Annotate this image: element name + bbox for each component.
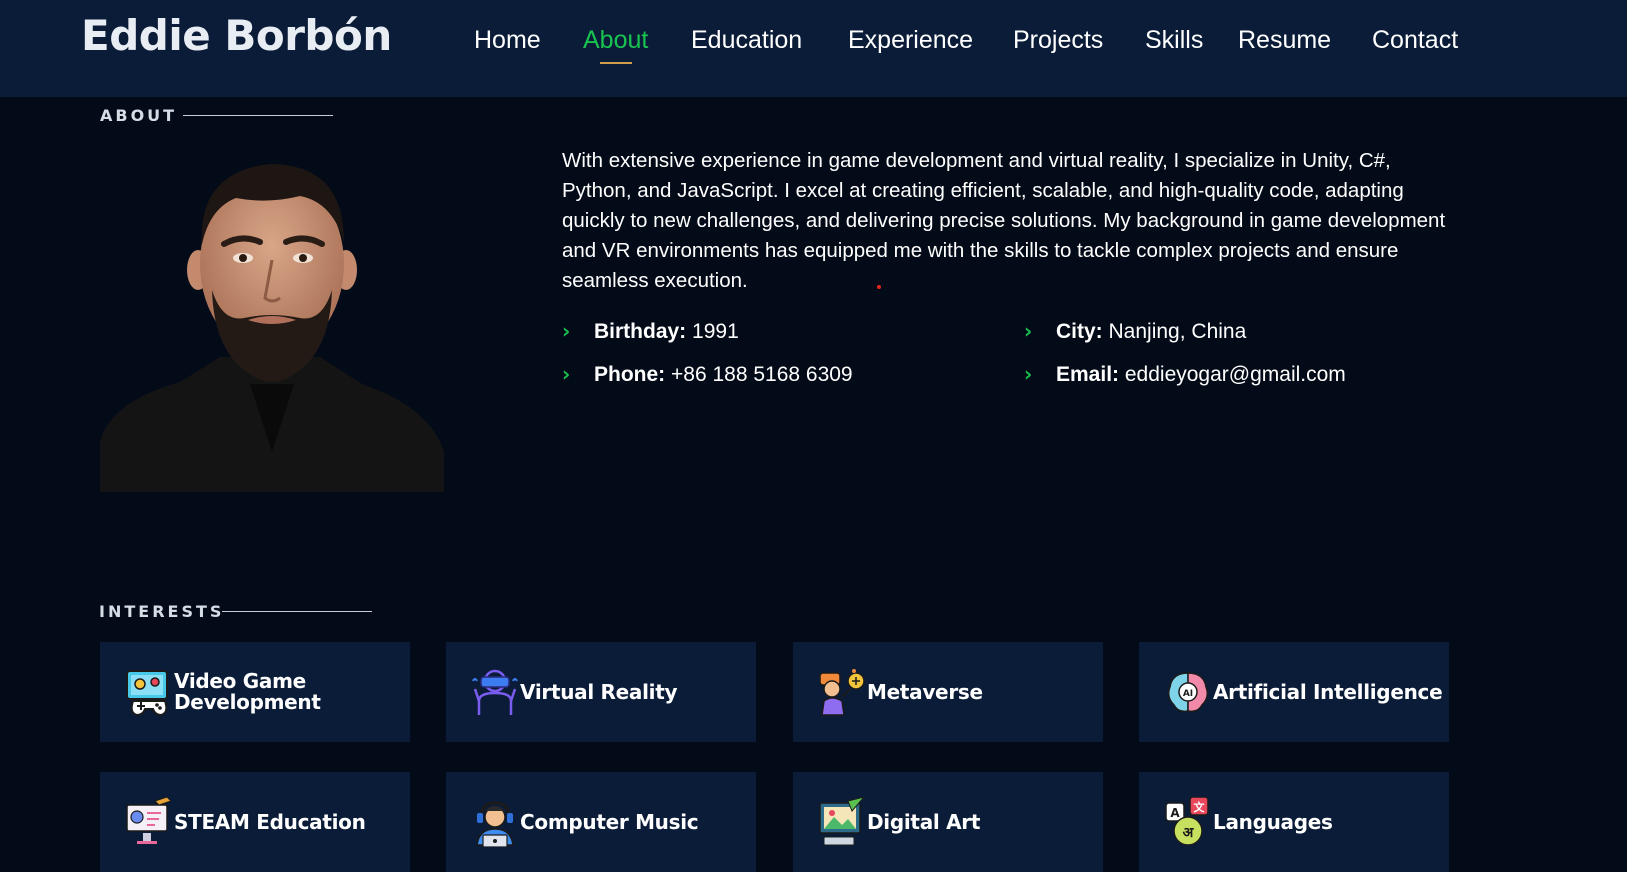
chevron-right-icon: › [562, 319, 571, 343]
phone-label: Phone: [594, 363, 666, 386]
city-value: Nanjing, China [1108, 320, 1247, 343]
about-section-title: ABOUT [100, 106, 178, 125]
chevron-right-icon: › [1024, 319, 1033, 343]
interest-card-metaverse[interactable]: Metaverse [793, 642, 1103, 742]
interest-card-artificial-intelligence[interactable]: AI Artificial Intelligence [1139, 642, 1449, 742]
interest-label: Video Game Development [174, 669, 321, 714]
info-city: › City: Nanjing, China [1024, 317, 1246, 346]
site-logo[interactable]: Eddie Borbón [81, 8, 392, 64]
nav-resume[interactable]: Resume [1238, 24, 1331, 56]
chevron-right-icon: › [1024, 362, 1033, 386]
interest-card-video-game-development[interactable]: Video Game Development [100, 642, 410, 742]
metaverse-avatar-icon [818, 667, 866, 717]
svg-text:A: A [1170, 806, 1180, 820]
about-title-divider [183, 115, 333, 116]
profile-photo [100, 152, 444, 492]
interest-label: Artificial Intelligence [1213, 679, 1443, 704]
interest-label: Languages [1213, 809, 1333, 834]
interests-title-divider [222, 611, 372, 612]
vr-headset-icon [471, 667, 519, 717]
interest-card-steam-education[interactable]: STEAM Education [100, 772, 410, 872]
info-phone: › Phone: +86 188 5168 6309 [562, 360, 853, 389]
interest-label: STEAM Education [174, 809, 366, 834]
birthday-label: Birthday: [594, 320, 687, 343]
nav-experience[interactable]: Experience [848, 24, 973, 56]
nav-skills[interactable]: Skills [1145, 24, 1203, 56]
info-email: › Email: eddieyogar@gmail.com [1024, 360, 1346, 389]
interest-card-digital-art[interactable]: Digital Art [793, 772, 1103, 872]
interest-card-languages[interactable]: A 文 अ Languages [1139, 772, 1449, 872]
nav-about[interactable]: About [583, 24, 648, 64]
nav-home[interactable]: Home [474, 24, 541, 56]
nav-projects[interactable]: Projects [1013, 24, 1103, 56]
chevron-right-icon: › [562, 362, 571, 386]
ai-brain-icon: AI [1164, 667, 1212, 717]
interest-label: Virtual Reality [520, 679, 678, 704]
info-birthday: › Birthday: 1991 [562, 317, 739, 346]
decorative-dot [877, 285, 881, 289]
digital-art-icon [818, 796, 866, 847]
interests-section-title: INTERESTS [99, 602, 225, 621]
music-producer-icon [471, 797, 519, 848]
svg-text:अ: अ [1183, 825, 1195, 841]
translate-icon: A 文 अ [1164, 796, 1212, 847]
about-bio: With extensive experience in game develo… [562, 149, 1446, 292]
email-value[interactable]: eddieyogar@gmail.com [1125, 363, 1346, 386]
interest-card-virtual-reality[interactable]: Virtual Reality [446, 642, 756, 742]
svg-text:文: 文 [1194, 800, 1206, 814]
email-label: Email: [1056, 363, 1120, 386]
city-label: City: [1056, 320, 1103, 343]
interest-label: Metaverse [867, 679, 983, 704]
gamepad-icon [125, 667, 173, 717]
svg-text:AI: AI [1183, 689, 1193, 699]
phone-value[interactable]: +86 188 5168 6309 [671, 363, 853, 386]
interest-label: Digital Art [867, 809, 981, 834]
interest-label: Computer Music [520, 809, 699, 834]
education-screen-icon [125, 796, 173, 847]
top-navbar: Eddie Borbón Home About Education Experi… [0, 0, 1627, 97]
nav-contact[interactable]: Contact [1372, 24, 1458, 56]
nav-education[interactable]: Education [691, 24, 802, 56]
birthday-value: 1991 [692, 320, 739, 343]
interest-card-computer-music[interactable]: Computer Music [446, 772, 756, 872]
